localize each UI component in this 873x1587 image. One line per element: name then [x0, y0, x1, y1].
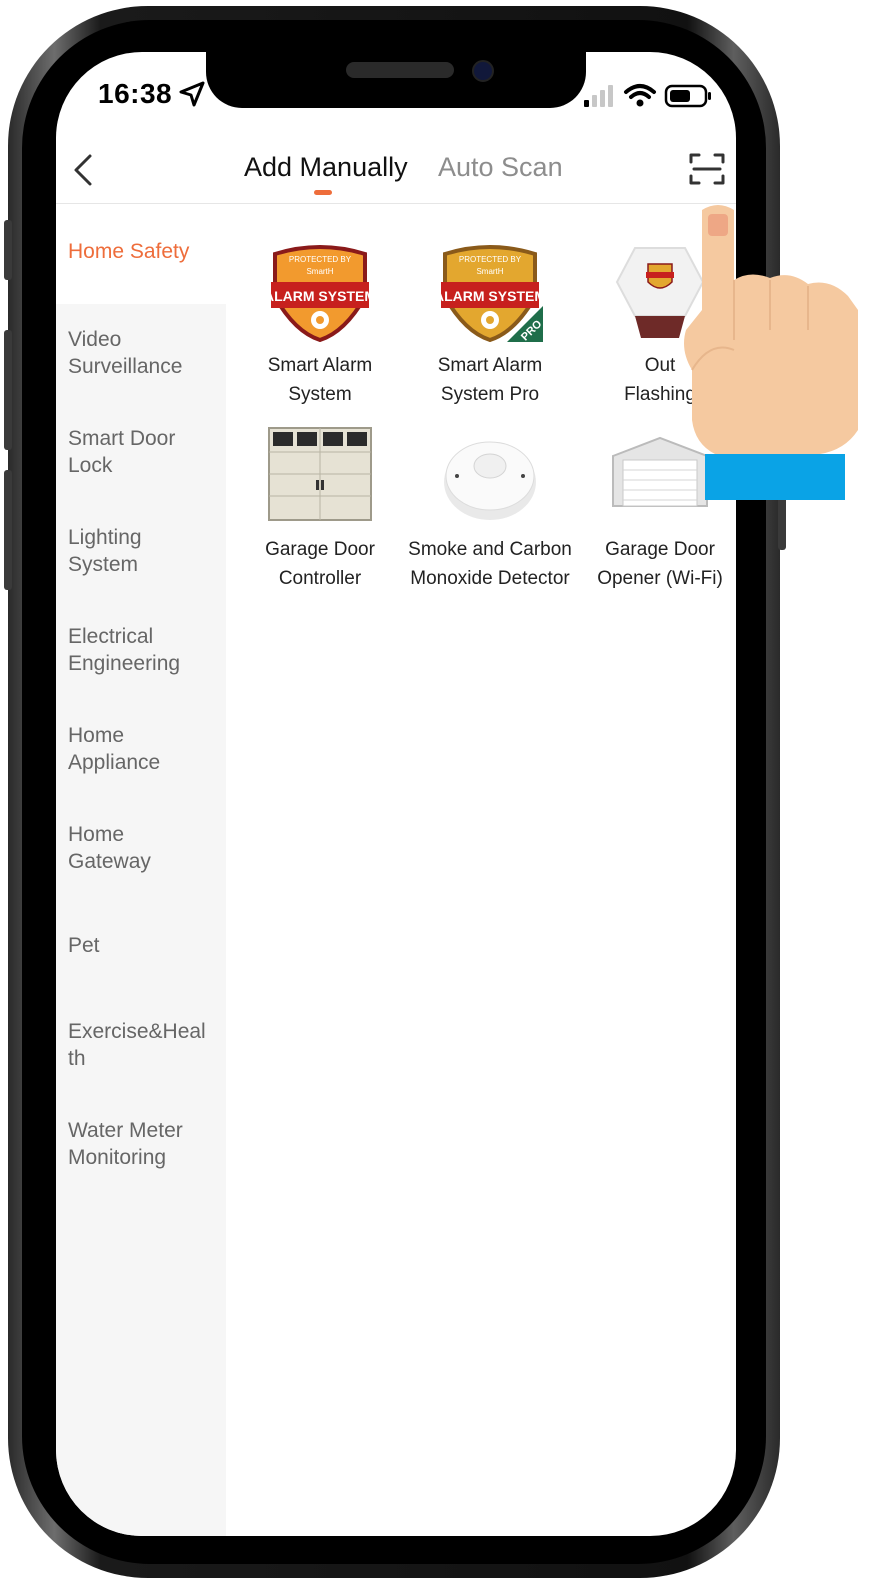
- sidebar-item-electrical-engineering[interactable]: Electrical Engineering: [56, 623, 216, 677]
- svg-text:PROTECTED BY: PROTECTED BY: [289, 255, 352, 264]
- alarm-system-pro-badge-icon: PROTECTED BY SmartH ALARM SYSTEM PRO: [434, 245, 546, 343]
- svg-text:ALARM SYSTEM: ALARM SYSTEM: [265, 288, 375, 304]
- location-arrow-icon: [179, 81, 205, 107]
- sidebar-item-home-gateway[interactable]: Home Gateway: [56, 821, 176, 875]
- garage-door-controller-icon: [268, 427, 372, 521]
- device-smart-alarm-system-pro[interactable]: PROTECTED BY SmartH ALARM SYSTEM PRO Sma…: [405, 242, 575, 409]
- device-smoke-co-detector[interactable]: Smoke and Carbon Monoxide Detector: [405, 426, 575, 593]
- device-label: Garage Door Opener (Wi-Fi): [597, 539, 723, 589]
- notch: [206, 52, 586, 108]
- signal-icon: [584, 85, 613, 107]
- side-button: [4, 470, 12, 590]
- tab-add-manually[interactable]: Add Manually: [244, 152, 408, 183]
- sidebar-item-lighting-system[interactable]: Lighting System: [56, 524, 176, 578]
- pointing-hand-icon: [684, 205, 858, 500]
- tab-auto-scan[interactable]: Auto Scan: [438, 152, 563, 183]
- svg-text:SmartH: SmartH: [306, 267, 333, 276]
- side-button: [4, 220, 12, 280]
- back-chevron-icon[interactable]: [66, 150, 100, 190]
- sleeve-cuff: [705, 454, 845, 500]
- device-smart-alarm-system[interactable]: PROTECTED BY SmartH ALARM SYSTEM Smart A…: [235, 242, 405, 409]
- wifi-icon: [624, 84, 656, 107]
- status-time: 16:38: [98, 78, 173, 109]
- category-sidebar: Home Safety Video Surveillance Smart Doo…: [56, 204, 226, 1536]
- svg-text:PROTECTED BY: PROTECTED BY: [459, 255, 522, 264]
- device-label: Smart Alarm System: [267, 355, 373, 405]
- svg-text:SmartH: SmartH: [476, 267, 503, 276]
- sidebar-item-video-surveillance[interactable]: Video Surveillance: [56, 326, 216, 380]
- sidebar-item-home-appliance[interactable]: Home Appliance: [56, 722, 186, 776]
- top-nav: Add Manually Auto Scan: [56, 142, 736, 204]
- device-label: Smoke and Carbon Monoxide Detector: [408, 539, 572, 589]
- battery-icon: [664, 84, 711, 108]
- sidebar-item-exercise-health[interactable]: Exercise&Health: [56, 1018, 206, 1072]
- side-button: [4, 330, 12, 450]
- sidebar-item-water-meter-monitoring[interactable]: Water Meter Monitoring: [56, 1117, 216, 1171]
- speaker: [346, 62, 454, 78]
- sidebar-item-smart-door-lock[interactable]: Smart Door Lock: [56, 425, 186, 479]
- active-tab-indicator: [314, 190, 332, 195]
- scan-qr-icon[interactable]: [688, 152, 726, 186]
- alarm-system-badge-icon: PROTECTED BY SmartH ALARM SYSTEM: [264, 245, 376, 343]
- svg-text:ALARM SYSTEM: ALARM SYSTEM: [435, 288, 545, 304]
- device-garage-door-controller[interactable]: Garage Door Controller: [235, 426, 405, 593]
- smoke-detector-icon: [444, 441, 536, 520]
- status-icons: [584, 84, 711, 108]
- front-camera: [472, 60, 494, 82]
- sidebar-item-pet[interactable]: Pet: [56, 932, 226, 959]
- device-label: Smart Alarm System Pro: [437, 355, 543, 405]
- device-label: Garage Door Controller: [265, 539, 375, 589]
- sidebar-item-home-safety[interactable]: Home Safety: [56, 204, 226, 304]
